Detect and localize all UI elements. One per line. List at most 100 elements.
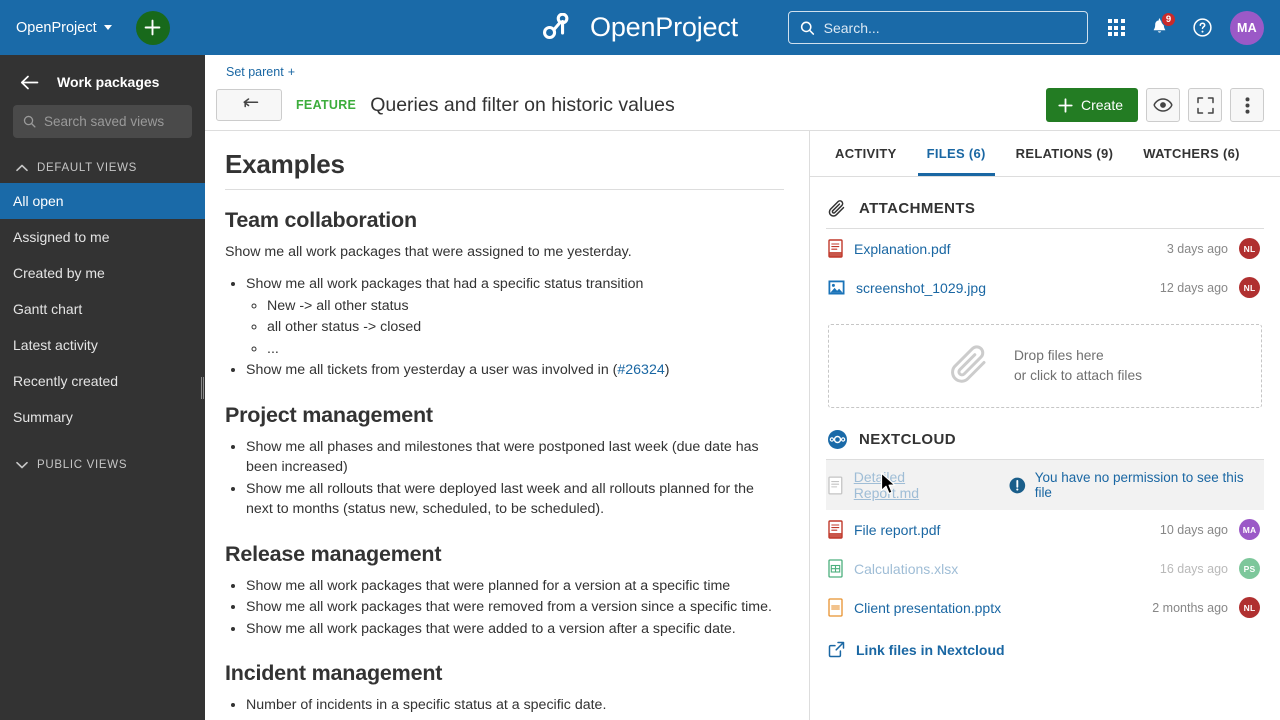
image-file-icon — [828, 280, 845, 295]
sidebar-item-assigned-to-me[interactable]: Assigned to me — [0, 219, 205, 255]
list-item: Show me all work packages that were plan… — [246, 576, 784, 597]
tab-activity[interactable]: ACTIVITY — [826, 131, 906, 176]
attachment-name[interactable]: Explanation.pdf — [854, 241, 951, 257]
chevron-up-icon — [16, 164, 28, 172]
attachment-author-avatar: NL — [1239, 238, 1260, 259]
nextcloud-file-author-avatar: MA — [1239, 519, 1260, 540]
sidebar-group-label: PUBLIC VIEWS — [37, 459, 128, 471]
sidebar-item-summary[interactable]: Summary — [0, 399, 205, 435]
user-avatar[interactable]: MA — [1230, 10, 1264, 45]
create-button[interactable]: Create — [1045, 88, 1138, 122]
product-menu-button[interactable]: OpenProject — [16, 20, 112, 36]
sidebar-group-label: DEFAULT VIEWS — [37, 162, 138, 174]
help-circle-icon — [1192, 18, 1212, 37]
description-document[interactable]: Examples Team collaboration Show me all … — [215, 149, 784, 720]
sidebar-title: Work packages — [57, 74, 160, 90]
details-panel: ACTIVITY FILES (6) RELATIONS (9) WATCHER… — [810, 131, 1280, 720]
fullscreen-button[interactable] — [1188, 88, 1222, 122]
nextcloud-file-meta: 2 months ago NL — [1152, 597, 1260, 618]
sidebar-item-latest-activity[interactable]: Latest activity — [0, 327, 205, 363]
list-item: all other status -> closed — [267, 317, 784, 338]
work-package-type[interactable]: FEATURE — [296, 98, 356, 112]
attachment-row[interactable]: Explanation.pdf 3 days ago NL — [826, 229, 1264, 268]
sidebar-item-label: Assigned to me — [13, 229, 110, 245]
external-link-icon — [828, 641, 845, 658]
nextcloud-file-name[interactable]: File report.pdf — [854, 522, 940, 538]
help-button[interactable] — [1187, 13, 1217, 43]
work-package-link[interactable]: #26324 — [617, 362, 664, 378]
attachment-date: 12 days ago — [1159, 280, 1228, 295]
attachment-row[interactable]: screenshot_1029.jpg 12 days ago NL — [826, 268, 1264, 307]
sidebar-item-all-open[interactable]: All open — [0, 183, 205, 219]
dropzone-line1: Drop files here — [1013, 348, 1104, 363]
nextcloud-file-name[interactable]: Calculations.xlsx — [854, 561, 958, 577]
nextcloud-file-name[interactable]: Detailed Report.md — [854, 469, 972, 501]
nextcloud-logo-icon — [828, 430, 847, 449]
nextcloud-file-date: 16 days ago — [1159, 561, 1228, 576]
search-icon — [800, 21, 815, 35]
sidebar-item-label: Summary — [13, 409, 73, 425]
bullet-list: Show me all work packages that had a spe… — [225, 274, 784, 381]
sidebar-group-default-views[interactable]: DEFAULT VIEWS — [0, 138, 205, 183]
split-view: Examples Team collaboration Show me all … — [205, 130, 1280, 720]
back-button[interactable] — [216, 89, 282, 121]
bullet-list: Number of incidents in a specific status… — [225, 695, 784, 720]
sidebar-item-recently-created[interactable]: Recently created — [0, 363, 205, 399]
section-heading-team-collaboration: Team collaboration — [225, 208, 417, 232]
attachment-date: 3 days ago — [1166, 241, 1228, 256]
work-package-actions: Create — [1045, 88, 1264, 122]
openproject-logo-icon — [543, 12, 569, 39]
saved-views-search-input[interactable] — [44, 114, 182, 129]
sidebar: Work packages DEFAULT VIEWS All open Ass… — [0, 55, 205, 720]
sidebar-item-gantt-chart[interactable]: Gantt chart — [0, 291, 205, 327]
modules-button[interactable] — [1101, 13, 1131, 43]
tab-relations[interactable]: RELATIONS (9) — [1007, 131, 1123, 176]
link-files-label: Link files in Nextcloud — [856, 641, 1005, 658]
link-files-in-nextcloud-button[interactable]: Link files in Nextcloud — [826, 627, 1264, 658]
dropzone-line2: or click to attach files — [1013, 368, 1143, 383]
add-button[interactable] — [135, 10, 170, 45]
saved-views-search[interactable] — [13, 105, 192, 138]
more-actions-button[interactable] — [1230, 88, 1264, 122]
files-tab-content: ATTACHMENTS Explanation.pdf 3 days ago N… — [810, 177, 1280, 720]
sidebar-item-label: Recently created — [13, 373, 119, 389]
nextcloud-file-row[interactable]: Detailed Report.md You have no permissio… — [826, 460, 1264, 510]
brand-logo[interactable]: OpenProject — [542, 12, 738, 43]
attachment-meta: 12 days ago NL — [1160, 277, 1260, 298]
header-actions: 9 MA — [788, 10, 1280, 45]
sidebar-resize-handle[interactable] — [200, 375, 205, 401]
list-item: New -> all other status — [267, 296, 784, 317]
details-tabs: ACTIVITY FILES (6) RELATIONS (9) WATCHER… — [810, 131, 1280, 177]
file-dropzone[interactable]: Drop files here or click to attach files — [828, 324, 1262, 408]
bullet-list: Show me all work packages that were plan… — [225, 576, 784, 640]
section-heading-incident-management: Incident management — [225, 661, 443, 685]
arrow-back-icon — [242, 98, 258, 108]
nextcloud-file-row[interactable]: Client presentation.pptx 2 months ago NL — [826, 588, 1264, 627]
section-paragraph: Show me all work packages that were assi… — [225, 244, 632, 260]
sidebar-item-created-by-me[interactable]: Created by me — [0, 255, 205, 291]
eye-icon — [1153, 98, 1173, 112]
nextcloud-file-name[interactable]: Client presentation.pptx — [854, 600, 1001, 616]
fullscreen-icon — [1196, 96, 1214, 114]
chevron-down-icon — [103, 25, 112, 30]
attachment-name[interactable]: screenshot_1029.jpg — [856, 280, 986, 296]
sidebar-back-button[interactable] — [20, 75, 39, 90]
work-package-subject[interactable]: Queries and filter on historic values — [370, 94, 675, 117]
notifications-button[interactable]: 9 — [1144, 11, 1176, 43]
section-heading-release-management: Release management — [225, 541, 442, 566]
paperclip-large-icon — [951, 345, 986, 383]
nextcloud-file-row[interactable]: Calculations.xlsx 16 days ago PS — [826, 549, 1264, 588]
tab-watchers[interactable]: WATCHERS (6) — [1134, 131, 1249, 176]
nextcloud-file-row[interactable]: File report.pdf 10 days ago MA — [826, 510, 1264, 549]
sidebar-group-public-views[interactable]: PUBLIC VIEWS — [0, 435, 205, 480]
tab-files[interactable]: FILES (6) — [917, 131, 995, 176]
sidebar-header: Work packages — [0, 55, 205, 103]
watch-button[interactable] — [1146, 88, 1180, 122]
more-vertical-icon — [1245, 96, 1249, 114]
nextcloud-file-meta: 10 days ago MA — [1160, 519, 1260, 540]
global-search[interactable] — [788, 11, 1088, 44]
list-item: Show me all rollouts that were deployed … — [246, 479, 784, 520]
search-input[interactable] — [823, 19, 1076, 36]
brand-text: OpenProject — [590, 12, 738, 42]
set-parent-button[interactable]: Set parent + — [226, 65, 295, 79]
